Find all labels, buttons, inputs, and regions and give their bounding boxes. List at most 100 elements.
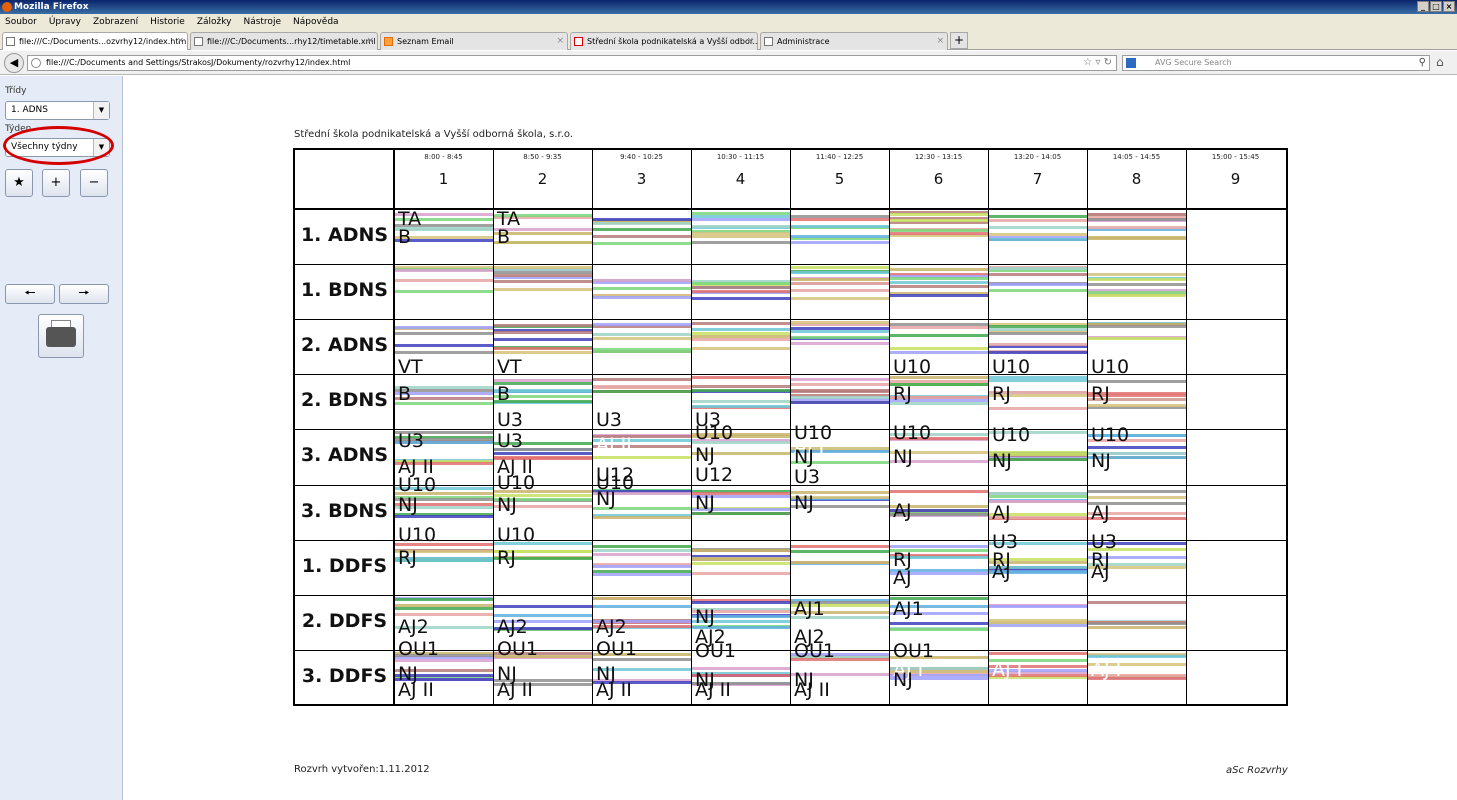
bookmark-star-icon[interactable]: ☆ ▿ ↻ [1083, 56, 1112, 70]
lesson-stripe [791, 390, 889, 394]
lesson-label: U10 [398, 474, 437, 497]
lesson-stripe [1088, 325, 1186, 329]
grid-vline [889, 150, 890, 704]
tab-school[interactable]: Střední škola podnikatelská a Vyšší odbo… [570, 32, 758, 50]
lesson-stripe [692, 557, 790, 561]
lesson-stripe [791, 266, 889, 270]
class-select[interactable]: 1. ADNS ▼ [5, 101, 110, 120]
lesson-stripe [692, 389, 790, 393]
lesson-stripe [593, 222, 691, 225]
search-input[interactable]: AVG Secure Search ⚲ [1122, 55, 1430, 71]
lesson-stripe [692, 400, 790, 404]
lesson-stripe [1088, 294, 1186, 298]
home-icon[interactable]: ⌂ [1436, 55, 1444, 69]
grid-vline [1087, 150, 1088, 704]
close-tab-icon[interactable]: × [176, 33, 184, 50]
tab-label: file:///C:/Documents...rhy12/timetable.x… [207, 37, 376, 46]
menu-soubor[interactable]: Soubor [5, 14, 37, 30]
tab-index[interactable]: file:///C:/Documents...ozvrhy12/index.ht… [2, 32, 188, 50]
lesson-stripe [692, 286, 790, 290]
window-controls: _ □ × [1417, 1, 1455, 12]
grid-hline [295, 650, 1286, 651]
close-tab-icon[interactable]: × [556, 33, 564, 50]
lesson-stripe [890, 489, 988, 493]
close-window-button[interactable]: × [1443, 1, 1455, 12]
lesson-label: U10 [992, 424, 1031, 447]
grid-vline [1186, 150, 1187, 704]
period-number: 5 [834, 170, 845, 188]
lesson-stripe [791, 396, 889, 400]
lesson-stripe [791, 278, 889, 282]
lesson-stripe [395, 606, 493, 610]
menu-zalozky[interactable]: Záložky [197, 14, 232, 30]
classes-label: Třídy [5, 86, 27, 96]
lesson-stripe [989, 289, 1087, 293]
lesson-label: NJ [893, 668, 913, 691]
previous-arrow-button[interactable]: 🠔 [5, 284, 55, 304]
lesson-stripe [1088, 337, 1186, 341]
lesson-stripe [692, 385, 790, 389]
lesson-label: OU1 [497, 637, 538, 660]
menu-zobrazeni[interactable]: Zobrazení [93, 14, 138, 30]
close-tab-icon[interactable]: × [746, 33, 754, 50]
lesson-label: NJ [497, 493, 517, 516]
tab-label: Seznam Email [397, 37, 454, 46]
lesson-stripe [593, 348, 691, 352]
lesson-stripe [593, 386, 691, 390]
lesson-stripe [692, 218, 790, 221]
print-button[interactable] [38, 314, 84, 358]
lesson-stripe [791, 560, 889, 564]
lesson-stripe [791, 401, 889, 405]
tab-timetable[interactable]: file:///C:/Documents...rhy12/timetable.x… [190, 32, 378, 50]
new-tab-button[interactable]: + [950, 32, 968, 49]
lesson-stripe [1088, 625, 1186, 629]
lesson-stripe [989, 332, 1087, 336]
lesson-label: AJ [893, 499, 912, 522]
grid-vline [592, 150, 593, 704]
lesson-stripe [593, 572, 691, 576]
lesson-label: B [398, 226, 412, 248]
menu-upravy[interactable]: Úpravy [49, 14, 81, 30]
lesson-label: U3 [497, 430, 523, 453]
lesson-label: U10 [695, 422, 734, 445]
lesson-stripe [494, 280, 592, 284]
lesson-label: AJ [893, 566, 912, 589]
lesson-stripe [791, 271, 889, 275]
lesson-stripe [692, 322, 790, 326]
maximize-button[interactable]: □ [1430, 1, 1442, 12]
lesson-stripe [890, 627, 988, 631]
grid-hline [295, 264, 1286, 265]
close-tab-icon[interactable]: × [366, 33, 374, 50]
url-bar[interactable]: file:///C:/Documents and Settings/Strako… [27, 55, 1117, 71]
lesson-stripe [791, 282, 889, 286]
tab-administrace[interactable]: Administrace × [760, 32, 948, 50]
lesson-stripe [791, 241, 889, 244]
lesson-stripe [692, 225, 790, 228]
next-arrow-button[interactable]: 🠖 [59, 284, 109, 304]
user-remove-button[interactable]: − [80, 169, 108, 197]
back-button[interactable]: ◀ [4, 53, 24, 73]
lesson-label: U10 [893, 422, 932, 445]
lesson-stripe [989, 623, 1087, 627]
lesson-stripe [989, 351, 1087, 355]
lesson-stripe [890, 232, 988, 235]
lesson-stripe [1088, 291, 1186, 295]
menu-nastroje[interactable]: Nástroje [243, 14, 281, 30]
search-icon[interactable]: ⚲ [1419, 56, 1426, 70]
tab-seznam[interactable]: Seznam Email × [380, 32, 568, 50]
window-titlebar: Mozilla Firefox _ □ × [0, 0, 1457, 14]
close-tab-icon[interactable]: × [936, 33, 944, 50]
menu-historie[interactable]: Historie [150, 14, 185, 30]
menu-napoveda[interactable]: Nápověda [293, 14, 339, 30]
lesson-stripe [989, 343, 1087, 347]
user-add-button[interactable]: + [42, 169, 70, 197]
lesson-stripe [692, 571, 790, 575]
user-star-button[interactable]: ★ [5, 169, 33, 197]
lesson-stripe [890, 285, 988, 289]
lesson-stripe [989, 226, 1087, 229]
minimize-button[interactable]: _ [1417, 1, 1429, 12]
lesson-stripe [791, 215, 889, 218]
grid-vline [790, 150, 791, 704]
lesson-stripe [890, 281, 988, 285]
lesson-label: OU1 [398, 637, 439, 660]
